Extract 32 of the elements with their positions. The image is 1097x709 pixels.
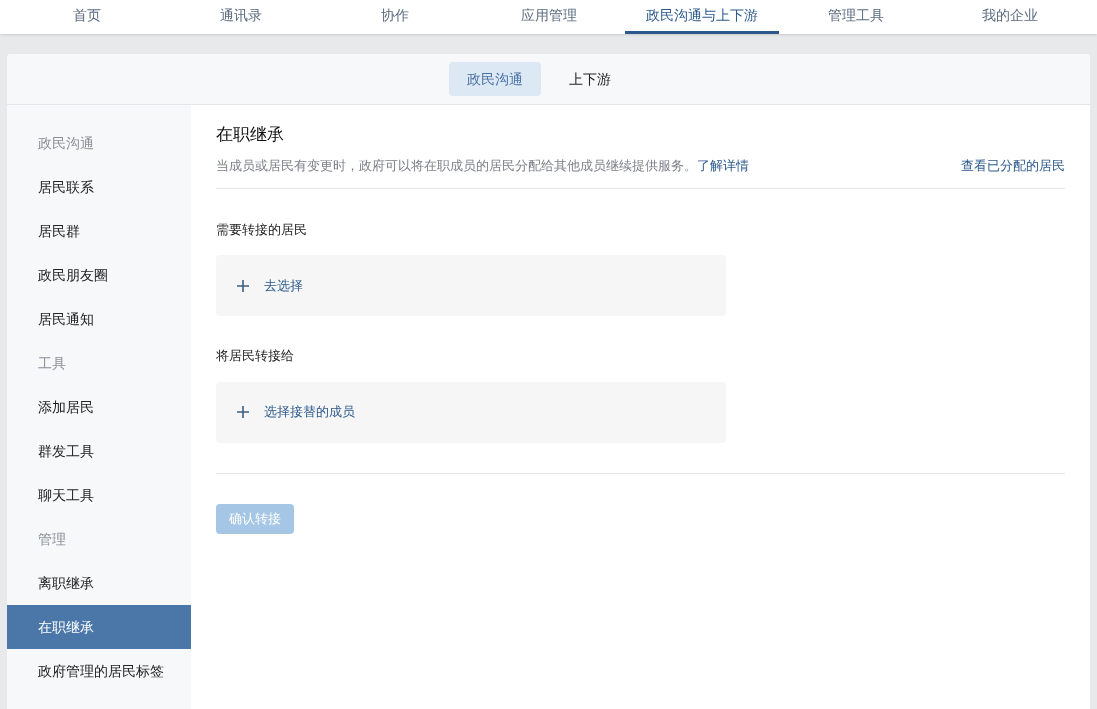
- sidebar-section-title: 管理: [37, 529, 67, 549]
- nav-tab[interactable]: 我的企业: [933, 0, 1087, 34]
- nav-tab[interactable]: 协作: [317, 0, 472, 34]
- field-label: 需要转接的居民: [216, 220, 308, 239]
- sidebar-item[interactable]: 聊天工具: [7, 473, 191, 517]
- sidebar-item[interactable]: 添加居民: [7, 385, 191, 429]
- sidebar-section-title: 工具: [37, 353, 67, 373]
- sidebar-item[interactable]: 政府管理的居民标签: [7, 649, 191, 693]
- description-text: 当成员或居民有变更时，政府可以将在职成员的居民分配给其他成员继续提供服务。了解详情: [216, 157, 749, 175]
- nav-tab[interactable]: 首页: [10, 0, 164, 34]
- page-title: 在职继承: [216, 124, 285, 146]
- sidebar-item[interactable]: 居民联系: [7, 165, 191, 209]
- sidebar-item[interactable]: 群发工具: [7, 429, 191, 473]
- view-assigned-link[interactable]: 查看已分配的居民: [961, 156, 1065, 176]
- sidebar-item[interactable]: 居民群: [7, 209, 191, 253]
- field-label: 将居民转接给: [216, 347, 295, 365]
- nav-tab[interactable]: 通讯录: [163, 0, 318, 34]
- sidebar-section-title: 政民沟通: [37, 133, 95, 153]
- sidebar-item[interactable]: 离职继承: [7, 561, 191, 605]
- plus-icon: [236, 278, 250, 293]
- sidebar-item[interactable]: 居民通知: [7, 297, 191, 341]
- plus-icon: [236, 405, 250, 419]
- learn-more-link[interactable]: 了解详情: [697, 158, 749, 173]
- sub-tab[interactable]: 上下游: [550, 62, 629, 96]
- nav-tab[interactable]: 管理工具: [779, 0, 934, 34]
- nav-tab[interactable]: 政民沟通与上下游: [625, 0, 780, 34]
- sub-tab[interactable]: 政民沟通: [448, 62, 541, 96]
- select-box[interactable]: 去选择: [216, 255, 726, 316]
- nav-tab[interactable]: 应用管理: [471, 0, 626, 34]
- sidebar-item[interactable]: 政民朋友圈: [7, 253, 191, 297]
- select-box[interactable]: 选择接替的成员: [216, 381, 726, 443]
- sidebar-item[interactable]: 在职继承: [7, 605, 191, 649]
